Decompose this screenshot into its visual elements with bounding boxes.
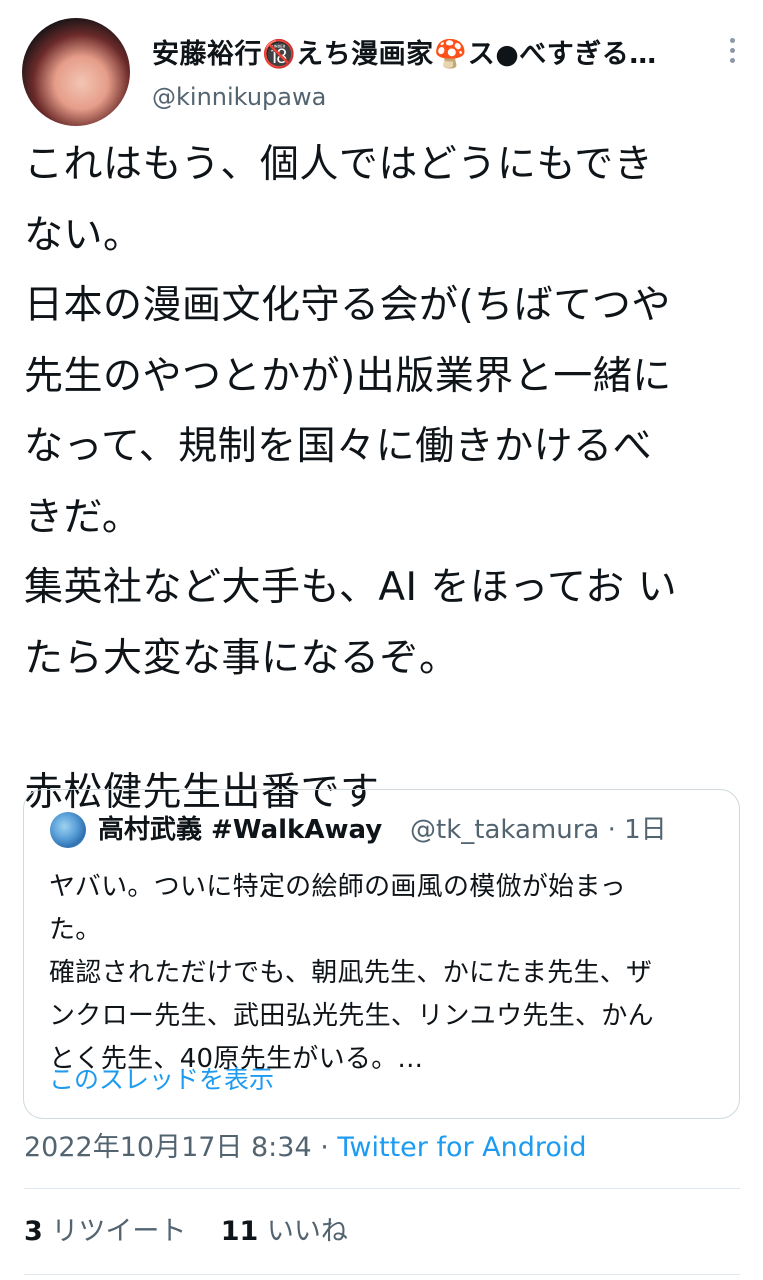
tweet-text-line: たら大変な事になるぞ。 bbox=[24, 635, 459, 681]
tweet-text-line: なって、規制を国々に働きかけるべ bbox=[24, 424, 653, 469]
timestamp[interactable]: 2022年10月17日 8:34 · bbox=[24, 1132, 337, 1163]
author-info[interactable]: 安藤裕行🔞えち漫画家🍄ス●べすぎる… @kinnikupawa bbox=[152, 38, 692, 114]
like-stat[interactable]: 11 いいね bbox=[221, 1216, 348, 1247]
tweet-text: これはもう、個人ではどうにもでき ない。 日本の漫画文化守る会が(ちばてつや 先… bbox=[24, 130, 740, 829]
handle[interactable]: @kinnikupawa bbox=[152, 80, 692, 114]
tweet-text-line: きだ。 bbox=[24, 494, 142, 540]
quoted-avatar bbox=[50, 812, 86, 848]
quoted-text-line: 確認されただけでも、朝凪先生、かにたま先生、ザ bbox=[49, 958, 653, 988]
quoted-handle-time: @tk_takamura · 1日 bbox=[410, 815, 667, 845]
tweet-meta: 2022年10月17日 8:34 · Twitter for Android bbox=[24, 1128, 587, 1168]
quoted-display-name: 高村武義 #WalkAway bbox=[98, 815, 383, 845]
retweet-count: 3 bbox=[24, 1216, 43, 1247]
quoted-text-line: ヤバい。ついに特定の絵師の画風の模倣が始まっ bbox=[49, 872, 627, 902]
avatar[interactable] bbox=[22, 18, 130, 126]
retweet-stat[interactable]: 3 リツイート bbox=[24, 1216, 186, 1247]
quoted-tweet[interactable]: 高村武義 #WalkAway @tk_takamura · 1日 ヤバい。ついに… bbox=[23, 789, 740, 1119]
tweet-stats: 3 リツイート 11 いいね bbox=[24, 1212, 348, 1252]
retweet-label: リツイート bbox=[51, 1216, 187, 1247]
tweet-text-line: 先生のやつとかが)出版業界と一緒に bbox=[24, 353, 672, 399]
tweet-text-line: 集英社など大手も、AI をほってお い bbox=[24, 565, 678, 610]
quoted-text-line: ンクロー先生、武田弘光先生、リンユウ先生、かん bbox=[49, 1001, 654, 1031]
divider bbox=[24, 1188, 740, 1189]
source-link[interactable]: Twitter for Android bbox=[337, 1132, 586, 1163]
divider bbox=[24, 1274, 740, 1275]
quoted-text-line: た。 bbox=[49, 915, 102, 945]
show-thread-link[interactable]: このスレッドを表示 bbox=[49, 1060, 274, 1096]
tweet-text-line: ない。 bbox=[24, 212, 143, 258]
tweet-text-line: これはもう、個人ではどうにもでき bbox=[24, 142, 654, 187]
like-count: 11 bbox=[220, 1216, 259, 1247]
tweet-detail: 安藤裕行🔞えち漫画家🍄ス●べすぎる… @kinnikupawa これはもう、個人… bbox=[0, 0, 763, 1280]
more-vertical-icon[interactable] bbox=[722, 38, 742, 68]
quoted-tweet-text: ヤバい。ついに特定の絵師の画風の模倣が始まっ た。 確認されただけでも、朝凪先生… bbox=[49, 866, 719, 1081]
tweet-header: 安藤裕行🔞えち漫画家🍄ス●べすぎる… @kinnikupawa bbox=[22, 18, 742, 128]
tweet-text-line: 日本の漫画文化守る会が(ちばてつや bbox=[24, 283, 671, 328]
display-name[interactable]: 安藤裕行🔞えち漫画家🍄ス●べすぎる… bbox=[152, 38, 692, 72]
like-label: いいね bbox=[266, 1216, 348, 1247]
